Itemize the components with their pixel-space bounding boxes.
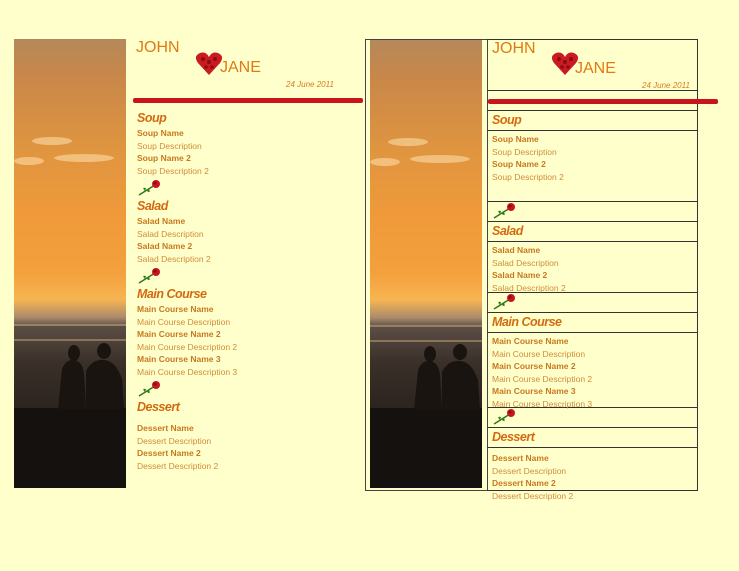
item-description: Main Course Description 2 [137, 341, 238, 352]
wedding-date: 24 June 2011 [642, 81, 690, 90]
item-name: Main Course Name [137, 304, 214, 314]
rose-icon [138, 381, 160, 397]
item-name: Soup Name 2 [492, 159, 546, 169]
rose-row [487, 293, 697, 313]
rose-icon [138, 180, 160, 196]
rose-icon [493, 294, 515, 310]
section-title-soup: Soup [492, 113, 522, 127]
card-header: JOHN JANE 24 June 2011 [133, 39, 365, 99]
item-description: Soup Description 2 [492, 171, 564, 182]
section-title-salad: Salad [492, 224, 523, 238]
item-name: Salad Name 2 [137, 241, 193, 251]
item-description: Soup Description [137, 140, 202, 151]
item-description: Salad Description 2 [137, 253, 211, 264]
rose-icon [493, 409, 515, 425]
section-title-dessert: Dessert [137, 400, 180, 414]
rose-icon [138, 268, 160, 284]
rose-row [487, 202, 697, 222]
item-name: Main Course Name [492, 336, 569, 346]
section-title-salad: Salad [137, 199, 168, 213]
item-description: Dessert Description 2 [492, 490, 574, 501]
item-name: Salad Name 2 [492, 270, 548, 280]
item-description: Soup Description [492, 146, 557, 157]
wedding-date: 24 June 2011 [286, 80, 334, 89]
section-title-soup: Soup [137, 111, 167, 125]
items-row-soup: Soup Name Soup Description Soup Name 2 S… [487, 131, 697, 202]
item-description: Salad Description [137, 228, 204, 239]
section-row-soup: Soup [487, 111, 697, 131]
item-description: Main Course Description [492, 348, 586, 359]
item-name: Main Course Name 3 [492, 386, 576, 396]
section-row-main-course: Main Course [487, 313, 697, 333]
section-title-main-course: Main Course [137, 287, 207, 301]
rose-row [487, 408, 697, 428]
item-name: Dessert Name 2 [137, 448, 201, 458]
item-description: Dessert Description 2 [137, 460, 219, 471]
item-name: Soup Name [492, 134, 539, 144]
sunset-photo-left [14, 39, 126, 488]
item-name: Salad Name [492, 245, 541, 255]
section-title-main-course: Main Course [492, 315, 562, 329]
groom-name: JOHN [492, 40, 536, 57]
menu-card-left: JOHN JANE 24 June 2011 Soup Soup Name So… [133, 39, 365, 471]
heart-of-roses-icon [195, 52, 223, 75]
item-name: Dessert Name 2 [492, 478, 556, 488]
item-name: Salad Name [137, 216, 186, 226]
item-description: Salad Description [492, 257, 559, 268]
item-name: Soup Name 2 [137, 153, 191, 163]
bride-name: JANE [575, 60, 616, 77]
groom-name: JOHN [136, 39, 180, 56]
section-row-dessert: Dessert [487, 428, 697, 448]
section-row-salad: Salad [487, 222, 697, 242]
items-row-salad: Salad Name Salad Description Salad Name … [487, 242, 697, 293]
couple-silhouette-icon [414, 344, 480, 410]
red-divider [488, 99, 718, 104]
header-row: JOHN JANE 24 June 2011 [487, 40, 697, 91]
menu-list-left: Soup Soup Name Soup Description Soup Nam… [137, 111, 357, 472]
red-divider [133, 98, 363, 103]
item-name: Dessert Name [137, 423, 194, 433]
item-description: Main Course Description [137, 316, 231, 327]
section-title-dessert: Dessert [492, 430, 535, 444]
item-name: Main Course Name 2 [137, 329, 221, 339]
item-description: Main Course Description 2 [492, 373, 593, 384]
items-row-dessert: Dessert Name Dessert Description Dessert… [487, 448, 697, 502]
item-name: Soup Name [137, 128, 184, 138]
couple-silhouette-icon [58, 343, 124, 409]
bride-name: JANE [220, 59, 261, 76]
items-row-main-course: Main Course Name Main Course Description… [487, 333, 697, 409]
rose-icon [493, 203, 515, 219]
item-description: Soup Description 2 [137, 165, 209, 176]
item-name: Main Course Name 2 [492, 361, 576, 371]
sunset-photo-right [370, 40, 482, 488]
item-description: Dessert Description [137, 435, 212, 446]
item-description: Main Course Description 3 [137, 366, 238, 377]
menu-card-right: JOHN JANE 24 June 2011 Soup Soup Name So… [487, 39, 698, 501]
item-name: Dessert Name [492, 453, 549, 463]
item-description: Dessert Description [492, 465, 567, 476]
item-name: Main Course Name 3 [137, 354, 221, 364]
